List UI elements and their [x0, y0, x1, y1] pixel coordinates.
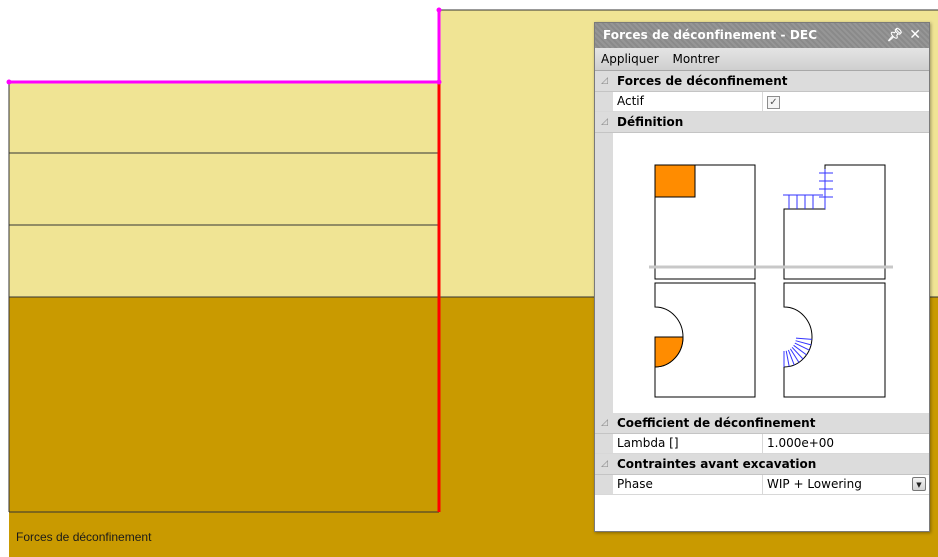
category-label: Contraintes avant excavation	[617, 457, 817, 471]
lambda-input[interactable]: 1.000e+00	[763, 434, 929, 453]
status-text: Forces de déconfinement	[16, 530, 152, 544]
chevron-down-icon[interactable]: ▼	[912, 477, 926, 491]
collapse-triangle-icon[interactable]: ◿	[601, 413, 608, 433]
radial-force-arrow	[795, 337, 812, 340]
property-row-phase: Phase WIP + Lowering ▼	[595, 475, 929, 495]
category-forces[interactable]: ◿ Forces de déconfinement	[595, 71, 929, 92]
panel-titlebar[interactable]: Forces de déconfinement - DEC 📌︎ ✕	[595, 23, 929, 48]
excavation-node[interactable]	[6, 79, 12, 85]
excavation-node[interactable]	[436, 7, 442, 13]
property-name: Phase	[613, 475, 763, 494]
category-definition[interactable]: ◿ Définition	[595, 112, 929, 133]
property-value: ✓	[763, 92, 929, 111]
close-icon[interactable]: ✕	[909, 23, 921, 48]
property-grid: ◿ Forces de déconfinement Actif ✓ ◿ Défi…	[595, 71, 929, 495]
menu-appliquer[interactable]: Appliquer	[599, 52, 661, 66]
collapse-triangle-icon[interactable]: ◿	[601, 71, 608, 91]
radial-force-arrow	[787, 349, 795, 366]
panel-menubar: Appliquer Montrer	[595, 48, 929, 71]
property-name: Lambda []	[613, 434, 763, 453]
deconfinement-panel: Forces de déconfinement - DEC 📌︎ ✕ Appli…	[594, 22, 930, 532]
definition-illustration-area	[595, 133, 929, 413]
row-gutter	[595, 434, 613, 453]
row-gutter	[595, 475, 613, 494]
radial-force-arrow	[793, 344, 807, 356]
category-coefficient[interactable]: ◿ Coefficient de déconfinement	[595, 413, 929, 434]
category-contraintes[interactable]: ◿ Contraintes avant excavation	[595, 454, 929, 475]
row-gutter	[595, 133, 613, 413]
property-row-actif: Actif ✓	[595, 92, 929, 112]
phase-select[interactable]: WIP + Lowering ▼	[763, 475, 929, 494]
diagram-circle-region-forces	[783, 282, 886, 398]
diagram-rect-excavation-fill	[654, 164, 696, 198]
category-label: Définition	[617, 115, 684, 129]
diagram-rect-region-forces	[783, 164, 886, 280]
excavation-node[interactable]	[436, 79, 442, 85]
definition-illustration	[649, 164, 893, 398]
collapse-triangle-icon[interactable]: ◿	[601, 454, 608, 474]
property-name: Actif	[613, 92, 763, 111]
row-gutter	[595, 92, 613, 111]
phase-select-value: WIP + Lowering	[767, 477, 862, 491]
soil-layer-upper-left[interactable]	[9, 82, 439, 297]
radial-force-arrow	[791, 346, 804, 360]
diagram-rect-force-arrows	[783, 169, 833, 209]
menu-montrer[interactable]: Montrer	[670, 52, 721, 66]
panel-title: Forces de déconfinement - DEC	[603, 28, 818, 42]
radial-force-arrow	[785, 350, 790, 367]
collapse-triangle-icon[interactable]: ◿	[601, 112, 608, 132]
actif-checkbox[interactable]: ✓	[767, 96, 780, 109]
property-row-lambda: Lambda [] 1.000e+00	[595, 434, 929, 454]
category-label: Coefficient de déconfinement	[617, 416, 816, 430]
pin-icon[interactable]: 📌︎	[886, 23, 903, 48]
category-label: Forces de déconfinement	[617, 74, 788, 88]
radial-force-arrow	[789, 348, 800, 363]
